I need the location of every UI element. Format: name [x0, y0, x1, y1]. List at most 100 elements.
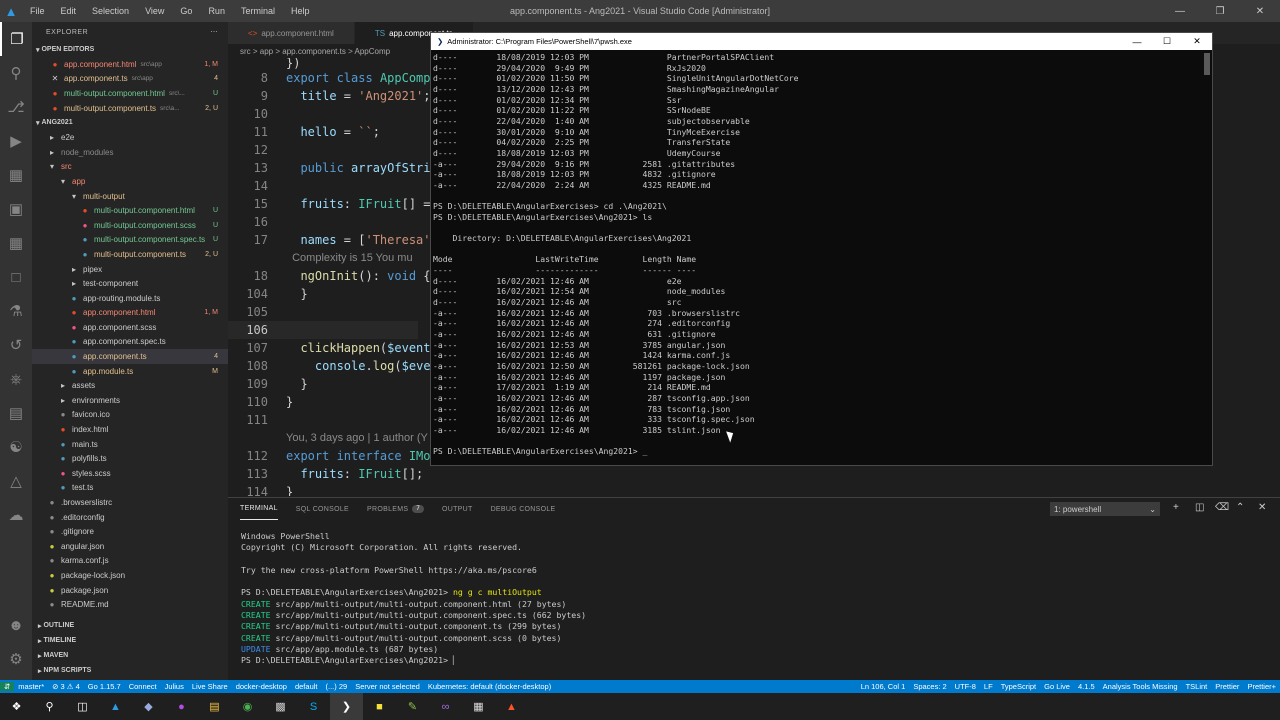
open-editor-item[interactable]: ● app.component.html src\app 1, M: [32, 57, 228, 72]
file-item[interactable]: ● multi-output.component.ts 2, U: [32, 247, 228, 262]
status-item[interactable]: Prettier: [1215, 682, 1239, 691]
menu-item-help[interactable]: Help: [283, 6, 318, 16]
extensions-icon[interactable]: ▦: [0, 158, 32, 192]
status-item[interactable]: UTF-8: [955, 682, 976, 691]
calculator-icon[interactable]: ▦: [462, 693, 495, 720]
vscode-taskbar-icon[interactable]: ▲: [99, 693, 132, 720]
menu-item-terminal[interactable]: Terminal: [233, 6, 283, 16]
folder-item[interactable]: ▾ app: [32, 174, 228, 189]
gear-icon[interactable]: ⚙: [0, 642, 32, 676]
section-maven[interactable]: ▸ MAVEN: [32, 648, 228, 663]
tab-terminal[interactable]: TERMINAL: [240, 498, 278, 520]
status-item[interactable]: LF: [984, 682, 993, 691]
close-panel-icon[interactable]: ✕: [1258, 502, 1266, 513]
open-editor-item[interactable]: ● multi-output.component.html src\... U: [32, 86, 228, 101]
status-item[interactable]: docker-desktop: [236, 682, 287, 691]
status-item[interactable]: TSLint: [1186, 682, 1208, 691]
powershell-titlebar[interactable]: ❯ Administrator: C:\Program Files\PowerS…: [431, 33, 1212, 50]
powershell-taskbar-icon[interactable]: ❯: [330, 693, 363, 720]
folder-item[interactable]: ▸ pipex: [32, 262, 228, 277]
new-terminal-icon[interactable]: +: [1173, 502, 1179, 513]
file-item[interactable]: ● app.component.scss: [32, 320, 228, 335]
powershell-scrollbar[interactable]: [1204, 53, 1210, 75]
timeline-icon[interactable]: △: [0, 464, 32, 498]
file-item[interactable]: ● index.html: [32, 422, 228, 437]
status-item[interactable]: Kubernetes: default (docker-desktop): [428, 682, 551, 691]
file-item[interactable]: ● styles.scss: [32, 466, 228, 481]
file-item[interactable]: ● package-lock.json: [32, 568, 228, 583]
live-share-icon[interactable]: ↺: [0, 328, 32, 362]
minimize-icon[interactable]: —: [1160, 0, 1200, 22]
maximize-panel-icon[interactable]: ⌃: [1236, 502, 1244, 513]
file-item[interactable]: ● test.ts: [32, 481, 228, 496]
split-terminal-icon[interactable]: ◫: [1195, 502, 1204, 513]
minimize-icon[interactable]: —: [1122, 33, 1152, 50]
sticky-notes-icon[interactable]: ■: [363, 693, 396, 720]
file-item[interactable]: ● multi-output.component.scss U: [32, 218, 228, 233]
docker-icon[interactable]: ▦: [0, 226, 32, 260]
search-icon[interactable]: ⚲: [0, 56, 32, 90]
status-item[interactable]: Live Share: [192, 682, 228, 691]
file-item[interactable]: ● .browserslistrc: [32, 495, 228, 510]
file-item[interactable]: ● .editorconfig: [32, 510, 228, 525]
terminal-icon[interactable]: ▩: [264, 693, 297, 720]
run-debug-icon[interactable]: ▶: [0, 124, 32, 158]
brave-icon[interactable]: ▲: [495, 693, 528, 720]
terminal-output[interactable]: Windows PowerShell Copyright (C) Microsof…: [241, 531, 586, 667]
windows-start-icon[interactable]: ❖: [0, 693, 33, 720]
skype-icon[interactable]: S: [297, 693, 330, 720]
close-icon[interactable]: ✕: [1240, 0, 1280, 22]
folder-item[interactable]: ▾ multi-output: [32, 189, 228, 204]
database-icon[interactable]: ▤: [0, 396, 32, 430]
trash-icon[interactable]: ⌫: [1215, 502, 1229, 513]
menu-item-view[interactable]: View: [137, 6, 172, 16]
chrome-icon[interactable]: ◉: [231, 693, 264, 720]
open-editor-item[interactable]: ● multi-output.component.ts src\a... 2, U: [32, 101, 228, 116]
tab-problems[interactable]: PROBLEMS 7: [367, 498, 424, 520]
file-item[interactable]: ● app.component.ts 4: [32, 349, 228, 364]
remote-explorer-icon[interactable]: ▣: [0, 192, 32, 226]
status-item[interactable]: Server not selected: [355, 682, 420, 691]
source-control-icon[interactable]: ⎇: [0, 90, 32, 124]
tab-debug-console[interactable]: DEBUG CONSOLE: [491, 498, 556, 520]
powershell-output[interactable]: d---- 18/08/2019 12:03 PM PartnerPortalS…: [433, 52, 798, 457]
folder-item[interactable]: ▾ src: [32, 160, 228, 175]
status-item[interactable]: 4.1.5: [1078, 682, 1095, 691]
status-item[interactable]: default: [295, 682, 318, 691]
account-icon[interactable]: ☻: [0, 608, 32, 642]
folder-item[interactable]: ▸ environments: [32, 393, 228, 408]
settings-sync-icon[interactable]: ☯: [0, 430, 32, 464]
menu-item-run[interactable]: Run: [200, 6, 233, 16]
project-section[interactable]: ▾ ANG2021: [32, 115, 228, 130]
status-item[interactable]: Go 1.15.7: [88, 682, 121, 691]
search-icon[interactable]: ⚲: [33, 693, 66, 720]
file-item[interactable]: ● main.ts: [32, 437, 228, 452]
more-actions-icon[interactable]: ⋯: [211, 28, 219, 36]
close-icon[interactable]: ✕: [50, 74, 60, 83]
status-item[interactable]: Connect: [129, 682, 157, 691]
terminal-select[interactable]: 1: powershell ⌄: [1050, 502, 1160, 516]
notepad-icon[interactable]: ✎: [396, 693, 429, 720]
status-item[interactable]: master*: [18, 682, 44, 691]
file-item[interactable]: ● app-routing.module.ts: [32, 291, 228, 306]
folder-item[interactable]: ▸ node_modules: [32, 145, 228, 160]
close-icon[interactable]: ✕: [1182, 33, 1212, 50]
bookmarks-icon[interactable]: □: [0, 260, 32, 294]
file-item[interactable]: ● app.component.spec.ts: [32, 335, 228, 350]
powershell-window[interactable]: ❯ Administrator: C:\Program Files\PowerS…: [430, 32, 1213, 466]
file-item[interactable]: ● package.json: [32, 583, 228, 598]
menu-item-go[interactable]: Go: [172, 6, 200, 16]
open-editor-item[interactable]: ✕ app.component.ts src\app 4: [32, 72, 228, 87]
file-item[interactable]: ● .gitignore: [32, 524, 228, 539]
file-item[interactable]: ● angular.json: [32, 539, 228, 554]
section-npm-scripts[interactable]: ▸ NPM SCRIPTS: [32, 663, 228, 678]
maximize-icon[interactable]: ☐: [1152, 33, 1182, 50]
folder-item[interactable]: ▸ assets: [32, 378, 228, 393]
tab-output[interactable]: OUTPUT: [442, 498, 473, 520]
status-item[interactable]: Analysis Tools Missing: [1103, 682, 1178, 691]
file-explorer-icon[interactable]: ▤: [198, 693, 231, 720]
status-item[interactable]: Spaces: 2: [913, 682, 946, 691]
status-item[interactable]: Go Live: [1044, 682, 1070, 691]
task-view-icon[interactable]: ◫: [66, 693, 99, 720]
menu-item-edit[interactable]: Edit: [53, 6, 85, 16]
